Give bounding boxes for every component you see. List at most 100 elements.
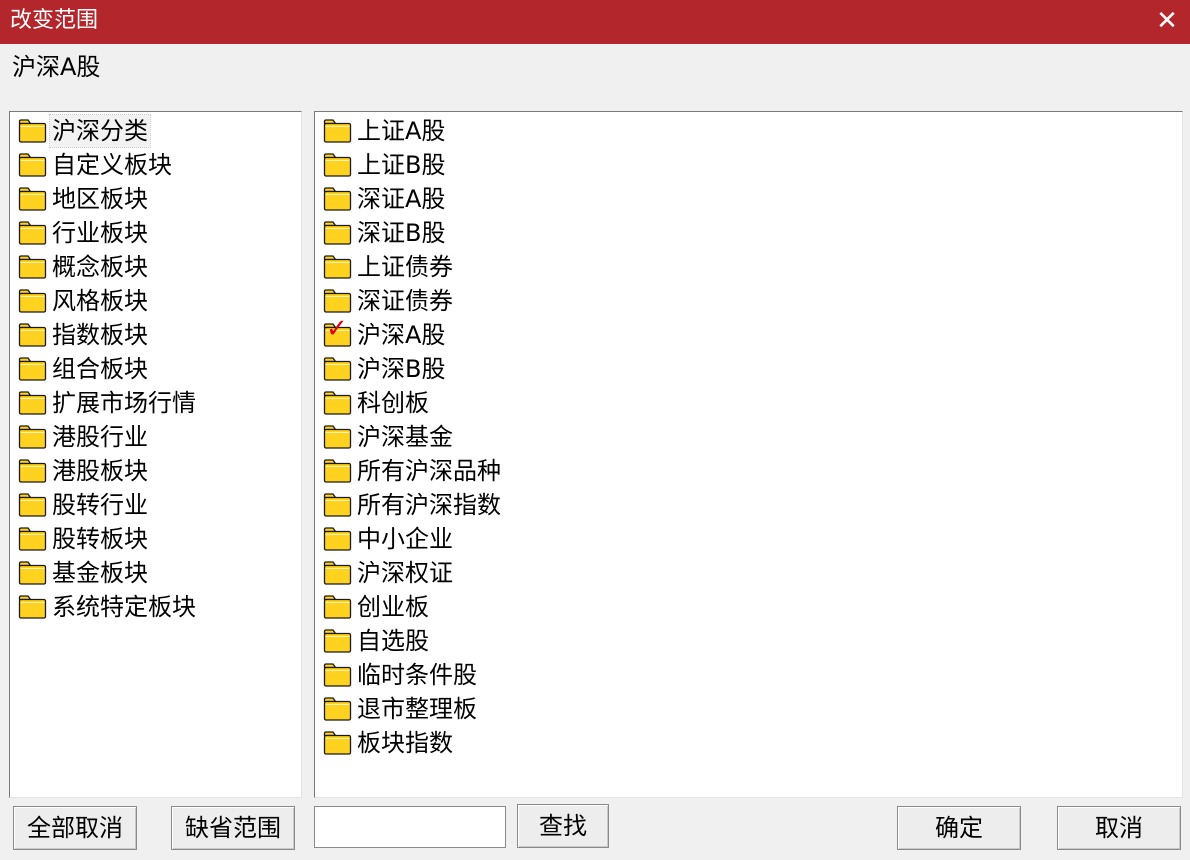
close-icon[interactable]: ✕ bbox=[1152, 6, 1182, 36]
list-item-label: 深证B股 bbox=[357, 219, 446, 247]
list-item-label: 系统特定板块 bbox=[52, 593, 196, 621]
list-item-label: 临时条件股 bbox=[357, 661, 477, 689]
market-tree: 上证A股上证B股深证A股深证B股上证债券深证债券 ✓ 沪深A股沪深B股科创板沪深基金… bbox=[323, 114, 503, 760]
folder-icon bbox=[18, 152, 48, 178]
category-list-panel[interactable]: 沪深分类 自定义板块地区板块行业板块概念板块风格板块指数板块组合板块扩展市场行情港… bbox=[9, 111, 302, 798]
list-item-label: 风格板块 bbox=[52, 287, 148, 315]
list-item[interactable]: 系统特定板块 bbox=[18, 590, 198, 624]
list-item-label: 地区板块 bbox=[52, 185, 148, 213]
category-tree: 沪深分类 自定义板块地区板块行业板块概念板块风格板块指数板块组合板块扩展市场行情港… bbox=[18, 114, 198, 624]
list-item[interactable]: 港股行业 bbox=[18, 420, 198, 454]
list-item-label: 上证债券 bbox=[357, 253, 453, 281]
list-item-label: 概念板块 bbox=[52, 253, 148, 281]
cancel-button[interactable]: 取消 bbox=[1057, 806, 1181, 850]
list-item[interactable]: 板块指数 bbox=[323, 726, 503, 760]
default-scope-button[interactable]: 缺省范围 bbox=[171, 806, 295, 850]
folder-icon bbox=[323, 254, 353, 280]
clear-all-button[interactable]: 全部取消 bbox=[13, 806, 137, 850]
folder-icon bbox=[323, 390, 353, 416]
folder-icon bbox=[323, 662, 353, 688]
list-item[interactable]: 沪深权证 bbox=[323, 556, 503, 590]
list-item[interactable]: 基金板块 bbox=[18, 556, 198, 590]
list-item[interactable]: 退市整理板 bbox=[323, 692, 503, 726]
folder-icon bbox=[323, 424, 353, 450]
list-item-label: 退市整理板 bbox=[357, 695, 477, 723]
list-item-label: 深证A股 bbox=[357, 185, 446, 213]
list-item-label: 股转行业 bbox=[52, 491, 148, 519]
list-item[interactable]: 所有沪深指数 bbox=[323, 488, 503, 522]
list-item-label: 行业板块 bbox=[52, 219, 148, 247]
folder-icon bbox=[323, 492, 353, 518]
list-item[interactable]: 沪深B股 bbox=[323, 352, 503, 386]
list-item[interactable]: 上证债券 bbox=[323, 250, 503, 284]
folder-icon bbox=[323, 356, 353, 382]
folder-icon bbox=[323, 594, 353, 620]
list-item[interactable]: 概念板块 bbox=[18, 250, 198, 284]
folder-icon bbox=[18, 492, 48, 518]
list-item-label: 深证债券 bbox=[357, 287, 453, 315]
folder-icon bbox=[18, 390, 48, 416]
list-item[interactable]: 上证B股 bbox=[323, 148, 503, 182]
market-list-panel[interactable]: 上证A股上证B股深证A股深证B股上证债券深证债券 ✓ 沪深A股沪深B股科创板沪深基金… bbox=[314, 111, 1183, 798]
find-button[interactable]: 查找 bbox=[517, 804, 609, 848]
folder-icon bbox=[323, 118, 353, 144]
list-item[interactable]: 股转行业 bbox=[18, 488, 198, 522]
folder-icon bbox=[323, 560, 353, 586]
list-item[interactable]: 中小企业 bbox=[323, 522, 503, 556]
list-item[interactable]: 扩展市场行情 bbox=[18, 386, 198, 420]
list-item[interactable]: 深证A股 bbox=[323, 182, 503, 216]
list-item[interactable]: 科创板 bbox=[323, 386, 503, 420]
list-item[interactable]: 港股板块 bbox=[18, 454, 198, 488]
list-item-label: 沪深A股 bbox=[357, 321, 446, 349]
folder-icon bbox=[18, 526, 48, 552]
folder-check-icon: ✓ bbox=[323, 316, 353, 348]
list-item-label: 自选股 bbox=[357, 627, 429, 655]
folder-icon bbox=[18, 186, 48, 212]
list-item[interactable]: 上证A股 bbox=[323, 114, 503, 148]
list-item[interactable]: 组合板块 bbox=[18, 352, 198, 386]
list-item[interactable]: 指数板块 bbox=[18, 318, 198, 352]
list-item[interactable]: ✓ 沪深A股 bbox=[323, 316, 503, 352]
folder-icon bbox=[323, 186, 353, 212]
list-item-label: 股转板块 bbox=[52, 525, 148, 553]
list-item[interactable]: 深证B股 bbox=[323, 216, 503, 250]
list-item[interactable]: 所有沪深品种 bbox=[323, 454, 503, 488]
list-item-label: 基金板块 bbox=[52, 559, 148, 587]
list-item[interactable]: 深证债券 bbox=[323, 284, 503, 318]
list-item-label: 上证B股 bbox=[357, 151, 446, 179]
list-item[interactable]: 风格板块 bbox=[18, 284, 198, 318]
list-item[interactable]: 自定义板块 bbox=[18, 148, 198, 182]
checkmark-icon: ✓ bbox=[326, 314, 348, 344]
list-item-label: 所有沪深品种 bbox=[357, 457, 501, 485]
title-bar: 改变范围 ✕ bbox=[0, 0, 1190, 44]
folder-icon bbox=[323, 458, 353, 484]
list-item[interactable]: 沪深分类 bbox=[18, 114, 198, 148]
list-item-label: 沪深B股 bbox=[357, 355, 446, 383]
folder-icon bbox=[323, 220, 353, 246]
search-input[interactable] bbox=[314, 806, 506, 848]
list-item-label: 沪深权证 bbox=[357, 559, 453, 587]
folder-icon bbox=[323, 152, 353, 178]
window-title: 改变范围 bbox=[10, 8, 99, 33]
list-item[interactable]: 自选股 bbox=[323, 624, 503, 658]
list-item-label: 上证A股 bbox=[357, 117, 446, 145]
list-item-label: 科创板 bbox=[357, 389, 429, 417]
list-item[interactable]: 创业板 bbox=[323, 590, 503, 624]
folder-icon bbox=[18, 288, 48, 314]
folder-icon bbox=[18, 424, 48, 450]
list-item[interactable]: 沪深基金 bbox=[323, 420, 503, 454]
folder-icon bbox=[323, 730, 353, 756]
folder-icon bbox=[18, 254, 48, 280]
list-item-label: 所有沪深指数 bbox=[357, 491, 501, 519]
list-item[interactable]: 行业板块 bbox=[18, 216, 198, 250]
list-item-label: 组合板块 bbox=[52, 355, 148, 383]
list-item[interactable]: 地区板块 bbox=[18, 182, 198, 216]
list-item-label: 沪深分类 bbox=[49, 114, 151, 148]
folder-icon bbox=[18, 220, 48, 246]
list-item[interactable]: 股转板块 bbox=[18, 522, 198, 556]
ok-button[interactable]: 确定 bbox=[897, 806, 1021, 850]
folder-icon bbox=[323, 696, 353, 722]
list-item[interactable]: 临时条件股 bbox=[323, 658, 503, 692]
folder-icon bbox=[323, 526, 353, 552]
folder-icon bbox=[18, 118, 48, 144]
